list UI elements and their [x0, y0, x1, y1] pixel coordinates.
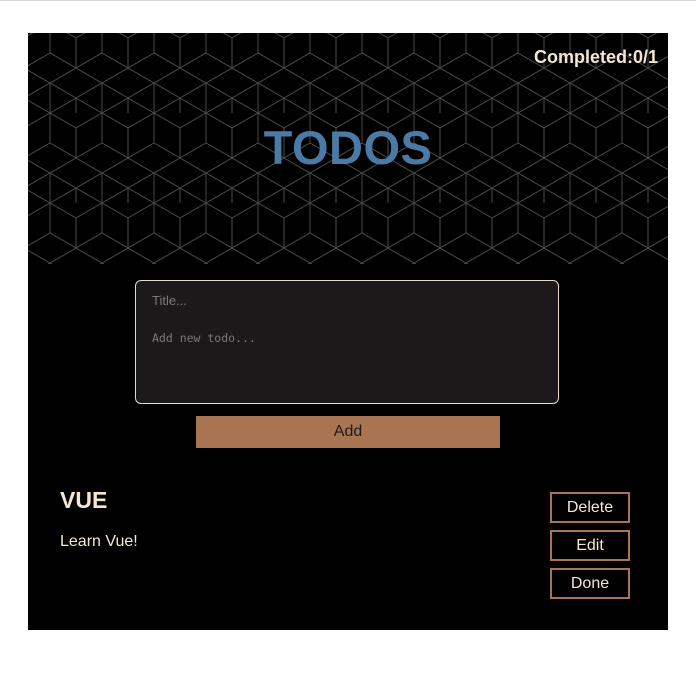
page-title: TODOS	[263, 121, 433, 174]
todo-item-title: VUE	[60, 487, 108, 513]
todo-title-input[interactable]	[150, 289, 544, 311]
header-banner: Completed:0/1 TODOS	[28, 33, 668, 264]
window-top-border	[0, 0, 696, 1]
completed-count: 0/1	[632, 47, 658, 67]
completed-label: Completed:	[533, 47, 633, 67]
delete-button[interactable]: Delete	[550, 492, 630, 523]
new-todo-form	[135, 280, 559, 404]
completed-counter: Completed:0/1	[534, 47, 658, 68]
edit-button[interactable]: Edit	[550, 530, 630, 561]
done-button[interactable]: Done	[550, 568, 630, 599]
add-button[interactable]: Add	[196, 416, 500, 448]
todo-item-description: Learn Vue!	[60, 533, 138, 550]
todo-body-textarea[interactable]	[150, 329, 544, 393]
todo-app: Completed:0/1 TODOS Add VUE Learn Vue! D…	[28, 33, 668, 630]
